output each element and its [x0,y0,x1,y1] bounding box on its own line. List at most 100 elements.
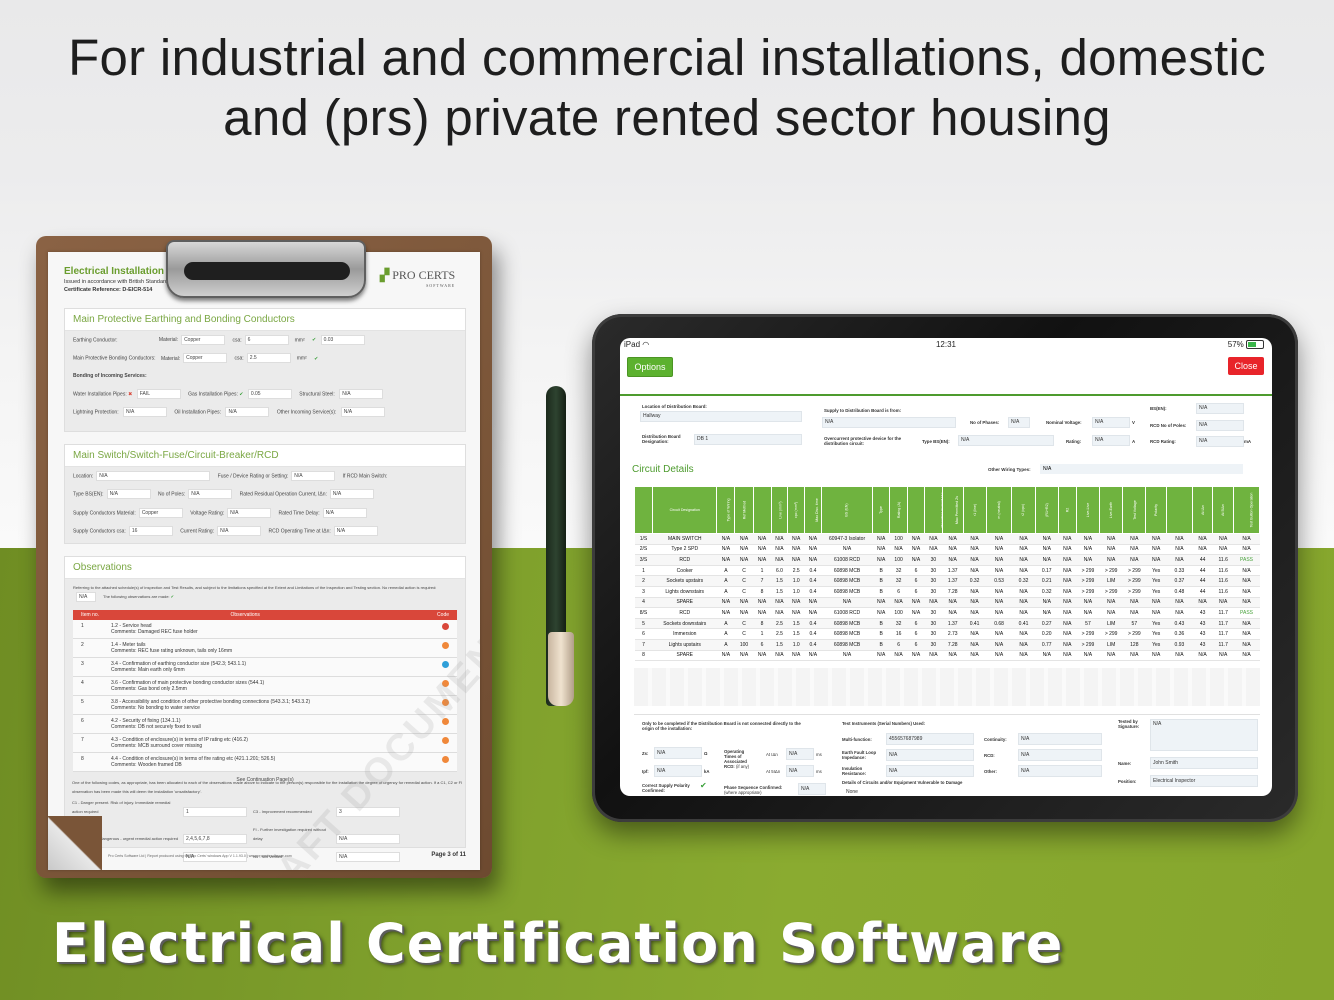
circuit-cell[interactable]: N/A [942,544,963,556]
circuit-cell[interactable]: N/A [1035,650,1059,662]
circuit-cell[interactable]: N/A [872,533,890,545]
at-idn-input[interactable]: N/A [786,748,814,760]
circuit-cell[interactable]: N/A [889,597,908,609]
circuit-cell[interactable]: N/A [872,597,890,609]
circuit-cell[interactable]: N/A [1058,533,1077,545]
circuit-cell[interactable]: N/A [1122,554,1146,566]
circuit-cell[interactable]: LIM [1099,639,1123,651]
signature-box[interactable]: N/A [1150,719,1258,751]
circuit-cell[interactable]: N/A [963,639,987,651]
circuit-cell[interactable]: N/A [1035,533,1059,545]
circuit-cell[interactable]: 1 [753,628,772,640]
circuit-cell[interactable]: N/A [1035,607,1059,619]
circuit-cell[interactable]: > 299 [1099,565,1123,577]
circuit-cell[interactable]: 2/S [634,544,653,556]
circuit-cell[interactable]: N/A [1233,597,1260,609]
circuit-cell[interactable]: 6 [907,565,925,577]
circuit-cell[interactable]: 6 [907,575,925,587]
rcd-rating-input[interactable]: N/A [1196,436,1244,447]
phase-seq-input[interactable]: N/A [798,783,826,795]
circuit-cell[interactable]: 7 [753,575,772,587]
circuit-cell[interactable]: > 299 [1076,639,1100,651]
circuit-cell[interactable]: Yes [1145,639,1167,651]
circuit-cell[interactable]: N/A [1145,597,1167,609]
circuit-cell[interactable]: 32 [889,575,908,587]
circuit-cell[interactable]: N/A [872,554,890,566]
circuit-cell[interactable]: 30 [924,628,943,640]
other-wiring-input[interactable]: N/A [1040,464,1243,474]
circuit-cell[interactable]: N/A [1233,575,1260,587]
circuit-cell[interactable]: N/A [821,544,873,556]
circuit-cell[interactable]: 30 [924,575,943,587]
continuity-input[interactable]: N/A [1018,733,1102,745]
circuit-cell[interactable]: N/A [1099,544,1123,556]
circuit-cell[interactable]: N/A [986,586,1012,598]
circuit-cell[interactable]: 6 [889,639,908,651]
circuit-cell[interactable]: N/A [872,544,890,556]
circuit-cell[interactable]: 2.73 [942,628,963,640]
circuit-cell[interactable]: N/A [716,650,735,662]
circuit-cell[interactable]: Yes [1145,586,1167,598]
circuit-cell[interactable]: SPARE [652,597,717,609]
circuit-cell[interactable]: Type 2 SPD [652,544,717,556]
circuit-row[interactable]: 2/S Type 2 SPD N/A N/A N/A N/A N/A N/A N/A N/A N/A… [634,544,1260,556]
circuit-cell[interactable]: N/A [804,650,822,662]
circuit-cell[interactable]: 44 [1192,575,1213,587]
circuit-cell[interactable]: N/A [1192,597,1213,609]
circuit-cell[interactable]: N/A [1145,650,1167,662]
ocpd-rating-input[interactable]: N/A [1092,435,1130,446]
circuit-cell[interactable]: N/A [963,554,987,566]
circuit-cell[interactable]: 44 [1192,554,1213,566]
circuit-cell[interactable]: N/A [907,650,925,662]
circuit-cell[interactable]: A [716,565,735,577]
circuit-cell[interactable]: N/A [787,597,805,609]
circuit-cell[interactable]: 100 [889,607,908,619]
circuit-row[interactable]: 8 SPARE N/A N/A N/A N/A N/A N/A N/A N/A N/A N/A N/A N… [634,650,1260,662]
circuit-cell[interactable]: 0.4 [804,586,822,598]
circuit-cell[interactable]: N/A [1212,533,1234,545]
circuit-cell[interactable]: A [716,586,735,598]
ocpd-type-input[interactable]: N/A [958,435,1054,446]
circuit-cell[interactable]: 1.5 [787,618,805,630]
circuit-cell[interactable]: 1.5 [787,628,805,640]
circuit-cell[interactable]: N/A [1166,533,1193,545]
circuit-cell[interactable]: 8/S [634,607,653,619]
circuit-cell[interactable]: 6 [907,628,925,640]
circuit-cell[interactable]: B [872,628,890,640]
circuit-cell[interactable]: C [734,586,754,598]
circuit-cell[interactable]: Lights downstairs [652,586,717,598]
circuit-cell[interactable]: 61008 RCD [821,554,873,566]
circuit-cell[interactable]: 0.41 [963,618,987,630]
circuit-cell[interactable]: 60898 MCB [821,639,873,651]
circuit-cell[interactable]: N/A [734,533,754,545]
circuit-cell[interactable]: 0.32 [1011,575,1036,587]
circuit-cell[interactable]: N/A [1099,650,1123,662]
circuit-cell[interactable]: 0.21 [1035,575,1059,587]
circuit-cell[interactable]: 1.0 [787,575,805,587]
circuit-cell[interactable]: N/A [986,639,1012,651]
circuit-cell[interactable]: N/A [771,554,788,566]
circuit-cell[interactable]: 0.4 [804,565,822,577]
circuit-cell[interactable]: N/A [986,607,1012,619]
circuit-cell[interactable]: > 299 [1076,575,1100,587]
circuit-cell[interactable]: 57 [1122,618,1146,630]
polarity-check-icon[interactable]: ✔ [700,781,707,790]
circuit-cell[interactable]: > 299 [1076,586,1100,598]
circuit-cell[interactable]: N/A [1058,575,1077,587]
circuit-cell[interactable]: 1.0 [787,586,805,598]
circuit-cell[interactable]: N/A [1076,597,1100,609]
circuit-cell[interactable]: N/A [1122,650,1146,662]
circuit-cell[interactable]: 1.0 [787,639,805,651]
circuit-cell[interactable]: N/A [753,650,772,662]
circuit-cell[interactable]: N/A [872,650,890,662]
circuit-row[interactable]: 4 SPARE N/A N/A N/A N/A N/A N/A N/A N/A N/A N/A N/A N… [634,597,1260,609]
circuit-cell[interactable]: 0.48 [1166,586,1193,598]
circuit-cell[interactable]: N/A [821,597,873,609]
circuit-cell[interactable]: N/A [986,533,1012,545]
circuit-cell[interactable]: 6 [889,586,908,598]
circuit-cell[interactable]: N/A [986,650,1012,662]
circuit-cell[interactable]: 60898 MCB [821,575,873,587]
circuit-cell[interactable]: SPARE [652,650,717,662]
circuit-cell[interactable]: N/A [1212,650,1234,662]
circuit-cell[interactable]: N/A [872,607,890,619]
